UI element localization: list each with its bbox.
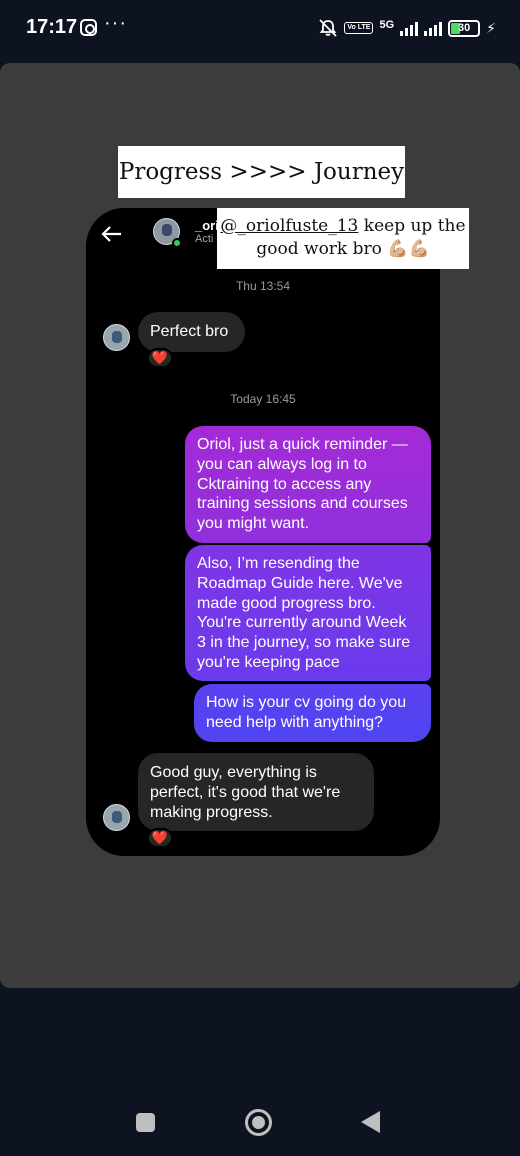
back-arrow-icon [101, 226, 121, 242]
signal-icon-2 [424, 20, 443, 36]
incoming-message: Good guy, everything is perfect, it's go… [138, 753, 374, 831]
charging-icon: ⚡ [486, 19, 496, 36]
status-time: 17:17 [26, 16, 78, 38]
sticker-text-line2: good work bro 💪🏼💪🏼 [256, 239, 430, 259]
message-avatar [103, 804, 130, 831]
dm-screenshot: _ori Acti Thu 13:54 Perfect bro ❤️ Today… [86, 208, 440, 856]
battery-icon: 30 [448, 19, 481, 37]
chat-active-status: Acti [195, 233, 214, 245]
bell-off-icon [319, 19, 338, 37]
outgoing-message: Oriol, just a quick reminder — you can a… [185, 426, 431, 543]
signal-icon [400, 20, 419, 36]
recents-square-icon[interactable] [136, 1113, 155, 1132]
timestamp: Today 16:45 [230, 392, 296, 406]
story-caption: Progress >>>> Journey [118, 146, 405, 198]
outgoing-message: How is your cv going do you need help wi… [194, 684, 431, 742]
back-triangle-icon[interactable] [361, 1111, 380, 1133]
status-right-icons: Vo LTE 5G 30 ⚡ [318, 16, 496, 40]
navigation-bar [0, 1080, 520, 1156]
volte-badge: Vo LTE [344, 22, 374, 34]
heart-reaction-icon: ❤️ [147, 828, 173, 848]
online-status-dot [172, 238, 182, 248]
message-avatar [103, 324, 130, 351]
mention-link[interactable]: @_oriolfuste_13 [220, 216, 358, 236]
outgoing-message: Also, I’m resending the Roadmap Guide he… [185, 545, 431, 681]
home-circle-icon[interactable] [245, 1109, 272, 1136]
overflow-dots: ··· [104, 12, 127, 34]
status-bar: 17:17 ··· Vo LTE 5G 30 ⚡ [0, 0, 520, 56]
mention-sticker[interactable]: @_oriolfuste_13 keep up the good work br… [217, 208, 469, 269]
timestamp: Thu 13:54 [235, 279, 291, 293]
heart-reaction-icon: ❤️ [147, 348, 173, 368]
sticker-text: keep up the [358, 216, 466, 236]
chat-username: _ori [195, 218, 219, 233]
network-type: 5G [379, 19, 395, 31]
battery-level: 30 [458, 21, 471, 34]
incoming-message: Perfect bro [138, 312, 245, 352]
instagram-icon [80, 19, 97, 36]
